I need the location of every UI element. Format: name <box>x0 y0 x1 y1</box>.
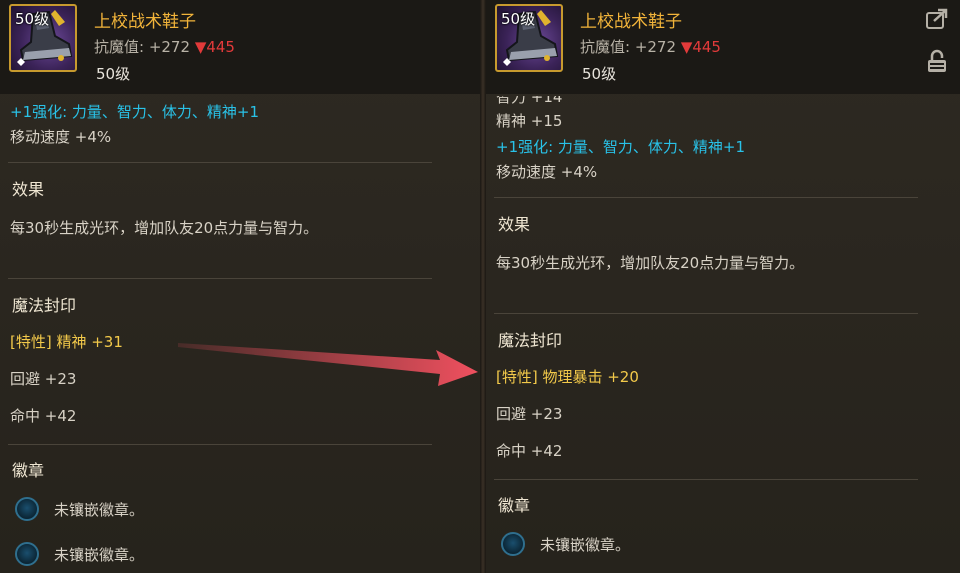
arrow-annotation <box>178 343 478 386</box>
